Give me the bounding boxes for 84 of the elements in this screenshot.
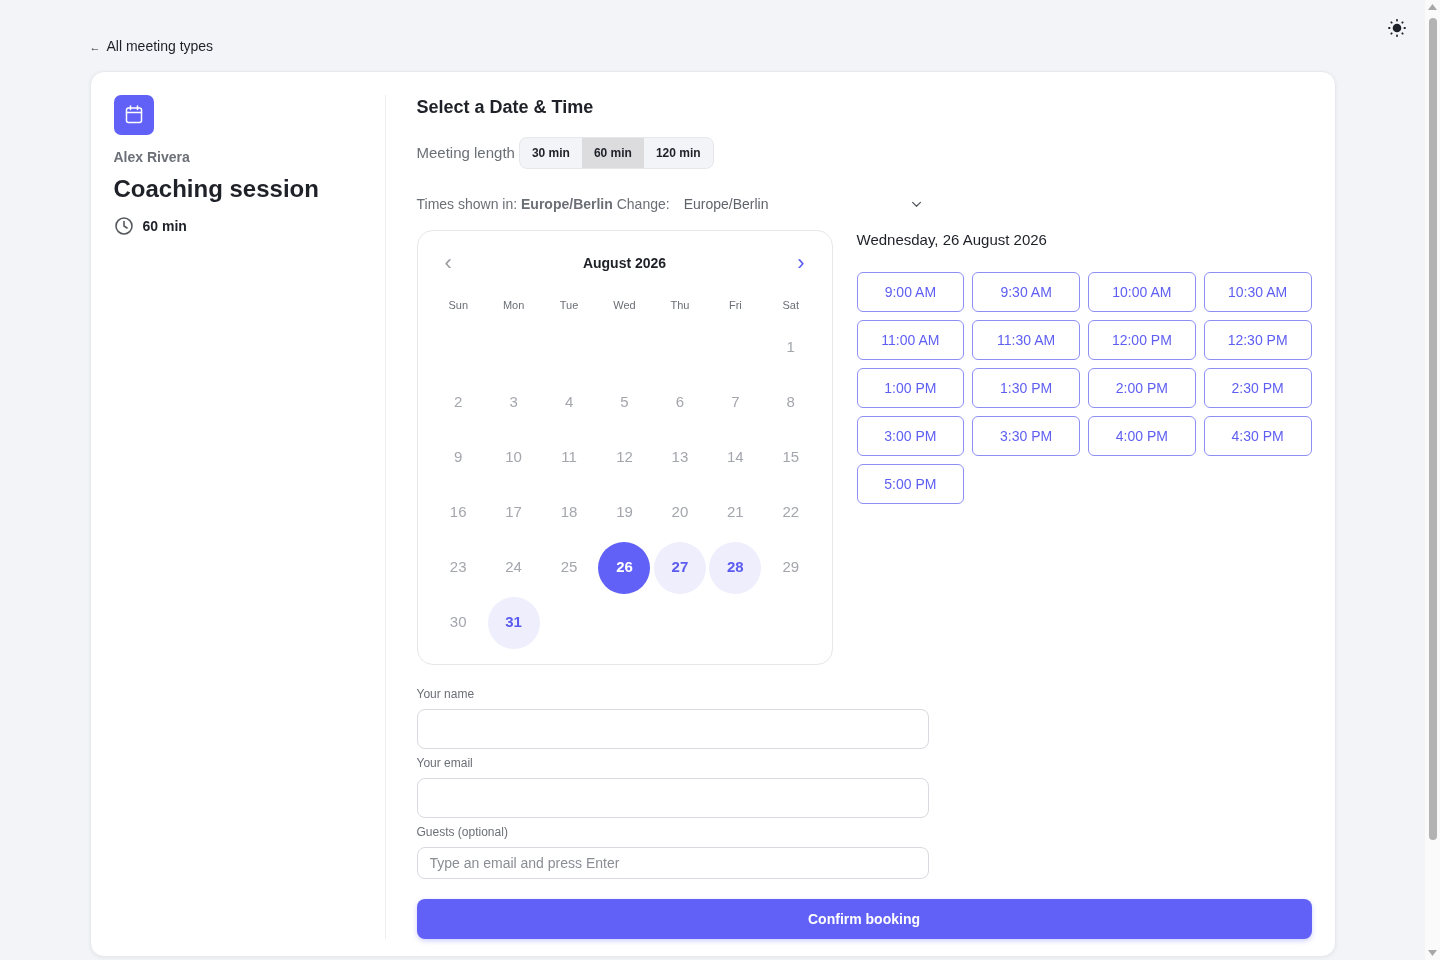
scrollbar-thumb[interactable] bbox=[1428, 18, 1437, 840]
calendar-day: 13 bbox=[671, 446, 689, 469]
calendar-day: 4 bbox=[564, 391, 574, 414]
time-slot-button[interactable]: 2:00 PM bbox=[1088, 368, 1196, 408]
calendar-day[interactable]: 26 bbox=[598, 541, 651, 594]
length-option[interactable]: 30 min bbox=[519, 138, 582, 168]
calendar-day: 29 bbox=[782, 556, 800, 579]
time-slot-button[interactable]: 4:30 PM bbox=[1203, 416, 1312, 456]
next-month-button[interactable]: › bbox=[793, 251, 809, 275]
calendar-day: 15 bbox=[782, 446, 800, 469]
calendar-day: 12 bbox=[616, 446, 633, 469]
calendar-day: 6 bbox=[675, 391, 685, 414]
timezone-select[interactable]: Europe/Berlin bbox=[671, 188, 930, 220]
calendar-day: 19 bbox=[616, 501, 633, 524]
field-label: Your email bbox=[416, 755, 474, 771]
section-title: Select a Date & Time bbox=[416, 96, 595, 119]
calendar-day: 16 bbox=[449, 501, 467, 524]
calendar-day: 9 bbox=[454, 446, 463, 469]
time-slot-button[interactable]: 11:30 AM bbox=[972, 320, 1080, 360]
duration-text: 60 min bbox=[142, 216, 187, 236]
time-slot-button[interactable]: 4:00 PM bbox=[1088, 416, 1196, 456]
calendar-day: 5 bbox=[620, 391, 629, 414]
confirm-button[interactable]: Confirm booking bbox=[416, 899, 1312, 939]
weekday-label: Fri bbox=[728, 298, 742, 313]
calendar-day[interactable]: 28 bbox=[709, 541, 762, 594]
time-slot-button[interactable]: 12:30 PM bbox=[1203, 320, 1312, 360]
scroll-up-icon[interactable] bbox=[1428, 4, 1437, 10]
calendar-day: 20 bbox=[671, 501, 689, 524]
time-slot-button[interactable]: 5:00 PM bbox=[856, 464, 965, 504]
calendar-day: 8 bbox=[786, 391, 795, 414]
host-name: Alex Rivera bbox=[113, 148, 191, 167]
length-option[interactable]: 120 min bbox=[643, 138, 713, 168]
timezone-note: Times shown in: Europe/Berlin Change: bbox=[416, 194, 670, 214]
weekday-label: Sun bbox=[448, 298, 468, 313]
calendar-day: 22 bbox=[782, 501, 800, 524]
calendar-day: 11 bbox=[561, 446, 577, 469]
calendar-day: 3 bbox=[509, 391, 518, 414]
field-label: Guests (optional) bbox=[416, 824, 509, 840]
calendar-day: 14 bbox=[727, 446, 744, 469]
calendar-day[interactable]: 27 bbox=[653, 541, 706, 594]
calendar-day: 23 bbox=[449, 556, 467, 579]
calendar-day: 1 bbox=[786, 336, 795, 359]
calendar-day: 10 bbox=[505, 446, 522, 469]
back-link[interactable]: ← All meeting types bbox=[89, 37, 214, 56]
time-slot-button[interactable]: 10:30 AM bbox=[1203, 272, 1312, 312]
chevron-down-icon bbox=[910, 200, 922, 208]
time-slot-button[interactable]: 10:00 AM bbox=[1088, 272, 1196, 312]
input-field[interactable] bbox=[416, 778, 929, 818]
weekday-label: Sat bbox=[782, 298, 800, 313]
event-title: Coaching session bbox=[113, 174, 320, 204]
input-field[interactable] bbox=[416, 709, 929, 749]
time-slot-button[interactable]: 3:00 PM bbox=[856, 416, 965, 456]
weekday-label: Thu bbox=[670, 298, 690, 313]
meeting-length-label: Meeting length bbox=[416, 142, 515, 163]
calendar-icon bbox=[113, 95, 154, 135]
time-slot-button[interactable]: 9:30 AM bbox=[972, 272, 1080, 312]
calendar-day: 25 bbox=[560, 556, 578, 579]
weekday-label: Wed bbox=[613, 298, 636, 313]
weekday-label: Tue bbox=[559, 298, 579, 313]
selected-date-heading: Wednesday, 26 August 2026 bbox=[856, 230, 1048, 250]
clock-icon bbox=[113, 216, 134, 236]
scrollbar-track[interactable] bbox=[1425, 0, 1440, 960]
guests-input[interactable]: Type an email and press Enter bbox=[416, 847, 929, 879]
time-slot-button[interactable]: 2:30 PM bbox=[1203, 368, 1312, 408]
calendar-day[interactable]: 31 bbox=[487, 596, 540, 649]
calendar-day: 24 bbox=[505, 556, 522, 579]
length-option[interactable]: 60 min bbox=[581, 138, 644, 168]
time-slot-button[interactable]: 11:00 AM bbox=[856, 320, 965, 360]
time-slot-button[interactable]: 12:00 PM bbox=[1088, 320, 1196, 360]
calendar-day: 30 bbox=[449, 611, 467, 634]
month-title: August 2026 bbox=[582, 253, 667, 273]
calendar-day: 21 bbox=[727, 501, 744, 524]
sun-icon[interactable] bbox=[1388, 19, 1406, 37]
time-slot-button[interactable]: 1:00 PM bbox=[856, 368, 965, 408]
calendar-day: 2 bbox=[454, 391, 463, 414]
weekday-label: Mon bbox=[502, 298, 525, 313]
calendar-day: 18 bbox=[560, 501, 578, 524]
time-slot-button[interactable]: 1:30 PM bbox=[972, 368, 1080, 408]
scroll-down-icon[interactable] bbox=[1428, 950, 1437, 956]
field-label: Your name bbox=[416, 686, 476, 702]
time-slot-button[interactable]: 9:00 AM bbox=[856, 272, 965, 312]
calendar-day: 7 bbox=[731, 391, 740, 414]
time-slot-button[interactable]: 3:30 PM bbox=[972, 416, 1080, 456]
calendar-day: 17 bbox=[505, 501, 522, 524]
